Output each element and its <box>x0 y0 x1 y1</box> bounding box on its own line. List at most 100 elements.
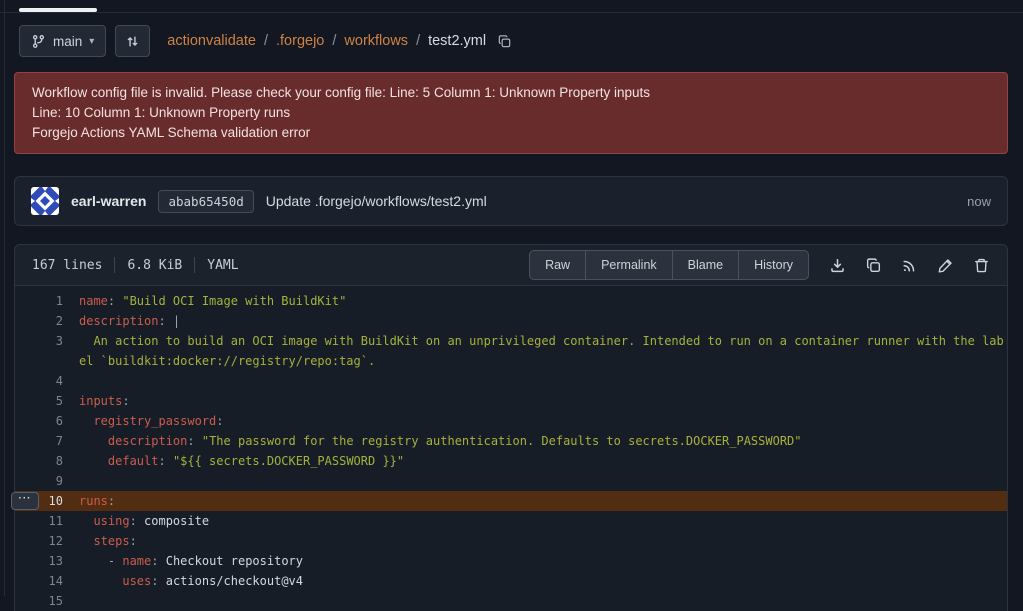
rss-icon <box>901 257 918 274</box>
code-line-8: 8 default: "${{ secrets.DOCKER_PASSWORD … <box>15 451 1007 471</box>
divider <box>194 257 195 273</box>
git-compare-icon <box>125 34 140 49</box>
breadcrumb-dir-workflows-link[interactable]: workflows <box>344 33 408 49</box>
commit-time: now <box>967 194 991 209</box>
line-number[interactable]: 12 <box>15 531 79 551</box>
code-line-13: 13 - name: Checkout repository <box>15 551 1007 571</box>
code-line-content: runs: <box>79 491 1007 511</box>
code-line-6: 6 registry_password: <box>15 411 1007 431</box>
workflow-error-banner: Workflow config file is invalid. Please … <box>14 72 1008 154</box>
line-number[interactable]: 8 <box>15 451 79 471</box>
file-info: 167 lines 6.8 KiB YAML <box>32 257 239 273</box>
breadcrumb-separator: / <box>332 33 336 49</box>
code-line-content: An action to build an OCI image with Bui… <box>79 331 1007 371</box>
view-mode-button-group: Raw Permalink Blame History <box>529 250 809 280</box>
latest-commit-bar: earl-warren abab65450d Update .forgejo/w… <box>14 176 1008 226</box>
compare-button[interactable] <box>115 25 150 57</box>
pencil-icon <box>937 257 954 274</box>
git-branch-icon <box>31 34 46 49</box>
line-number[interactable]: 9 <box>15 471 79 491</box>
code-line-10: ···10runs: <box>15 491 1007 511</box>
code-line-content <box>79 591 1007 611</box>
trash-icon <box>973 257 990 274</box>
line-number[interactable]: 5 <box>15 391 79 411</box>
breadcrumb-separator: / <box>416 33 420 49</box>
code-line-content: registry_password: <box>79 411 1007 431</box>
code-line-7: 7 description: "The password for the reg… <box>15 431 1007 451</box>
window-left-edge <box>4 0 5 596</box>
copy-icon <box>865 257 882 274</box>
line-number[interactable]: 7 <box>15 431 79 451</box>
blame-button[interactable]: Blame <box>672 250 738 280</box>
code-line-content: inputs: <box>79 391 1007 411</box>
code-line-9: 9 <box>15 471 1007 491</box>
code-line-14: 14 uses: actions/checkout@v4 <box>15 571 1007 591</box>
code-line-content: description: | <box>79 311 1007 331</box>
line-number[interactable]: 2 <box>15 311 79 331</box>
code-line-content: name: "Build OCI Image with BuildKit" <box>79 291 1007 311</box>
error-line: Workflow config file is invalid. Please … <box>32 83 990 103</box>
code-line-content: - name: Checkout repository <box>79 551 1007 571</box>
error-line: Line: 10 Column 1: Unknown Property runs <box>32 103 990 123</box>
file-header-actions: Raw Permalink Blame History <box>529 250 990 280</box>
line-number[interactable]: 3 <box>15 331 79 371</box>
code-line-content: description: "The password for the regis… <box>79 431 1007 451</box>
download-icon <box>829 257 846 274</box>
file-size: 6.8 KiB <box>127 258 182 273</box>
breadcrumb: actionvalidate / .forgejo / workflows / … <box>167 33 512 49</box>
chevron-down-icon: ▾ <box>89 36 94 47</box>
error-line: Forgejo Actions YAML Schema validation e… <box>32 123 990 143</box>
code-line-15: 15 <box>15 591 1007 611</box>
author-avatar[interactable] <box>31 187 59 215</box>
code-line-2: 2description: | <box>15 311 1007 331</box>
copy-content-button[interactable] <box>865 257 882 274</box>
line-number[interactable]: 15 <box>15 591 79 611</box>
breadcrumb-separator: / <box>264 33 268 49</box>
line-number[interactable]: 1 <box>15 291 79 311</box>
file-card: 167 lines 6.8 KiB YAML Raw Permalink Bla… <box>14 244 1008 611</box>
edit-file-button[interactable] <box>937 257 954 274</box>
commit-message-link[interactable]: Update .forgejo/workflows/test2.yml <box>266 193 487 209</box>
commit-hash-badge[interactable]: abab65450d <box>158 190 253 213</box>
copy-path-button[interactable] <box>497 34 512 49</box>
copy-icon <box>497 34 512 49</box>
line-number[interactable]: 6 <box>15 411 79 431</box>
code-line-11: 11 using: composite <box>15 511 1007 531</box>
breadcrumb-dir-forgejo-link[interactable]: .forgejo <box>276 33 324 49</box>
file-language: YAML <box>207 258 238 273</box>
delete-file-button[interactable] <box>973 257 990 274</box>
code-line-4: 4 <box>15 371 1007 391</box>
file-lines-count: 167 lines <box>32 258 102 273</box>
code-line-1: 1name: "Build OCI Image with BuildKit" <box>15 291 1007 311</box>
line-number[interactable]: 13 <box>15 551 79 571</box>
code-line-content <box>79 471 1007 491</box>
repo-tab-strip <box>0 0 1023 13</box>
line-number[interactable]: 14 <box>15 571 79 591</box>
code-line-3: 3 An action to build an OCI image with B… <box>15 331 1007 371</box>
code-line-content: uses: actions/checkout@v4 <box>79 571 1007 591</box>
line-options-button[interactable]: ··· <box>11 492 39 510</box>
branch-select-button[interactable]: main ▾ <box>19 25 106 57</box>
download-button[interactable] <box>829 257 846 274</box>
commit-author-link[interactable]: earl-warren <box>71 193 146 209</box>
line-number[interactable]: 11 <box>15 511 79 531</box>
history-button[interactable]: History <box>738 250 809 280</box>
code-line-12: 12 steps: <box>15 531 1007 551</box>
branch-name: main <box>53 34 82 49</box>
breadcrumb-file-name: test2.yml <box>428 33 486 49</box>
file-header-bar: 167 lines 6.8 KiB YAML Raw Permalink Bla… <box>14 244 1008 286</box>
active-tab-indicator <box>19 8 97 12</box>
rss-feed-button[interactable] <box>901 257 918 274</box>
code-line-content <box>79 371 1007 391</box>
code-line-content: default: "${{ secrets.DOCKER_PASSWORD }}… <box>79 451 1007 471</box>
code-line-content: using: composite <box>79 511 1007 531</box>
code-line-5: 5inputs: <box>15 391 1007 411</box>
file-nav-row: main ▾ actionvalidate / .forgejo / workf… <box>19 25 1008 57</box>
raw-button[interactable]: Raw <box>529 250 585 280</box>
breadcrumb-repo-link[interactable]: actionvalidate <box>167 33 256 49</box>
divider <box>114 257 115 273</box>
code-line-content: steps: <box>79 531 1007 551</box>
line-number[interactable]: 4 <box>15 371 79 391</box>
permalink-button[interactable]: Permalink <box>585 250 672 280</box>
code-viewer: 1name: "Build OCI Image with BuildKit"2d… <box>14 286 1008 611</box>
